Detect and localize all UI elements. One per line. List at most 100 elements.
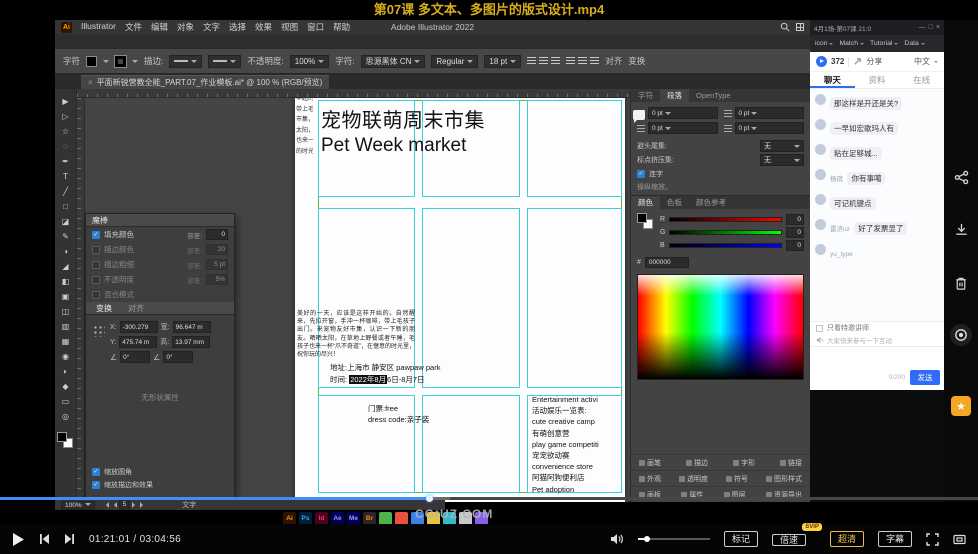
- menu-item[interactable]: 对象: [177, 21, 194, 33]
- rectangle-tool[interactable]: □: [55, 199, 76, 214]
- menu-item[interactable]: 文字: [203, 21, 220, 33]
- play-button[interactable]: [12, 532, 25, 547]
- stroke-color-swatch[interactable]: [115, 56, 126, 67]
- magic-wand-tool[interactable]: ☆: [55, 124, 76, 139]
- checkbox[interactable]: [92, 276, 100, 284]
- close-icon[interactable]: ×: [936, 24, 940, 31]
- lasso-tool[interactable]: ◌: [55, 139, 76, 154]
- justify-center-icon[interactable]: [578, 57, 587, 66]
- line-segment-tool[interactable]: ╱: [55, 184, 76, 199]
- y-input[interactable]: 475.74 m: [119, 336, 157, 348]
- gradient-tool[interactable]: ▥: [55, 319, 76, 334]
- hyphenate-checkbox[interactable]: [637, 170, 645, 178]
- align-panel-link[interactable]: 对齐: [605, 55, 622, 67]
- mojikumi-select[interactable]: 无: [760, 154, 804, 166]
- space-after-input[interactable]: 0 pt: [735, 122, 805, 134]
- font-size-select[interactable]: 18 pt: [484, 55, 521, 68]
- checkbox[interactable]: [92, 261, 100, 269]
- blue-slider[interactable]: [669, 243, 782, 248]
- checkbox[interactable]: [92, 246, 100, 254]
- zoom-tool[interactable]: ◎: [55, 409, 76, 424]
- font-style-select[interactable]: Regular: [431, 55, 478, 68]
- tab-color[interactable]: 颜色: [631, 196, 660, 209]
- volume-slider[interactable]: [638, 538, 710, 540]
- favorite-star-icon[interactable]: ★: [944, 396, 978, 416]
- space-before-input[interactable]: 0 pt: [648, 122, 718, 134]
- green-value[interactable]: 0: [786, 227, 804, 238]
- tab-character[interactable]: 字符: [631, 89, 660, 102]
- shear-input[interactable]: 0°: [163, 351, 193, 363]
- indent-right-input[interactable]: 0 pt: [735, 107, 805, 119]
- fullscreen-button[interactable]: [926, 533, 939, 546]
- tolerance-input[interactable]: 5 pt: [206, 259, 228, 270]
- send-button[interactable]: 发送: [910, 370, 940, 385]
- blend-tool[interactable]: ◐: [55, 364, 76, 379]
- free-transform-tool[interactable]: ▣: [55, 289, 76, 304]
- menu-item[interactable]: 视图: [281, 21, 298, 33]
- subtitle-button[interactable]: 字幕: [878, 531, 912, 547]
- tab-paragraph[interactable]: 段落: [660, 89, 689, 102]
- workspace-switcher-icon[interactable]: [796, 23, 804, 31]
- opacity-select[interactable]: 100%: [290, 55, 329, 68]
- tab-chat[interactable]: 聊天: [810, 72, 855, 88]
- magic-wand-panel-header[interactable]: 魔棒: [86, 214, 234, 227]
- red-slider[interactable]: [669, 217, 782, 222]
- taskbar-icon[interactable]: Ae: [331, 512, 344, 525]
- taskbar-icon[interactable]: Ai: [283, 512, 296, 525]
- align-left-icon[interactable]: [527, 57, 536, 66]
- type-tool[interactable]: T: [55, 169, 76, 184]
- zoom-select[interactable]: 100%: [61, 501, 95, 510]
- menu-item[interactable]: Match: [837, 40, 866, 47]
- menu-item[interactable]: 窗口: [307, 21, 324, 33]
- share-button[interactable]: 分享: [866, 56, 882, 67]
- panel-tab[interactable]: 透明度: [679, 474, 708, 484]
- panel-tab[interactable]: 字形: [733, 458, 755, 468]
- shape-builder-tool[interactable]: ◫: [55, 304, 76, 319]
- panel-tab[interactable]: 图形样式: [766, 474, 802, 484]
- trash-icon[interactable]: [944, 276, 978, 291]
- prev-artboard-icon[interactable]: [111, 502, 117, 508]
- pencil-tool[interactable]: ✎: [55, 229, 76, 244]
- tab-color-guide[interactable]: 颜色参考: [689, 196, 733, 209]
- tolerance-input[interactable]: 20: [206, 244, 228, 255]
- taskbar-icon[interactable]: [379, 512, 392, 525]
- green-slider[interactable]: [669, 230, 782, 235]
- symbol-sprayer-tool[interactable]: ◆: [55, 379, 76, 394]
- blue-value[interactable]: 0: [786, 240, 804, 251]
- chevron-down-icon[interactable]: [132, 60, 138, 66]
- variable-width-select[interactable]: [208, 55, 241, 68]
- menu-item[interactable]: 选择: [229, 21, 246, 33]
- share-icon[interactable]: [853, 57, 862, 66]
- indent-left-input[interactable]: 0 pt: [648, 107, 718, 119]
- menu-item[interactable]: Tutorial: [868, 40, 900, 47]
- tab-online[interactable]: 在线: [899, 72, 944, 88]
- taskbar-icon[interactable]: [395, 512, 408, 525]
- chat-input[interactable]: 0/200 发送: [810, 346, 944, 390]
- fill-stroke-swatches[interactable]: [57, 432, 75, 450]
- scale-corners-checkbox[interactable]: [92, 468, 100, 476]
- panel-tab[interactable]: 符号: [726, 474, 748, 484]
- stroke-weight-select[interactable]: [169, 55, 202, 68]
- taskbar-icon[interactable]: Me: [347, 512, 360, 525]
- artboard-tool[interactable]: ▭: [55, 394, 76, 409]
- panel-tab[interactable]: 链接: [780, 458, 802, 468]
- direct-selection-tool[interactable]: ▷: [55, 109, 76, 124]
- align-center-icon[interactable]: [539, 57, 548, 66]
- paintbrush-tool[interactable]: ◪: [55, 214, 76, 229]
- fill-swatch[interactable]: [57, 432, 67, 442]
- tab-opentype[interactable]: OpenType: [689, 89, 738, 102]
- rotate-input[interactable]: 0°: [120, 351, 150, 363]
- volume-icon[interactable]: [610, 533, 624, 545]
- record-icon[interactable]: [944, 324, 978, 346]
- x-input[interactable]: -300.279: [120, 321, 158, 333]
- speed-button[interactable]: 倍速: [772, 534, 806, 546]
- chevron-down-icon[interactable]: [103, 60, 109, 66]
- kinsoku-select[interactable]: 无: [760, 140, 804, 152]
- color-spectrum[interactable]: [637, 274, 804, 380]
- comment-bubble-icon[interactable]: [633, 110, 645, 120]
- menu-item[interactable]: 帮助: [333, 21, 350, 33]
- seek-bar[interactable]: [0, 497, 978, 500]
- scale-tool[interactable]: ◢: [55, 259, 76, 274]
- mark-button[interactable]: 标记: [724, 531, 758, 547]
- next-artboard-icon[interactable]: [132, 502, 138, 508]
